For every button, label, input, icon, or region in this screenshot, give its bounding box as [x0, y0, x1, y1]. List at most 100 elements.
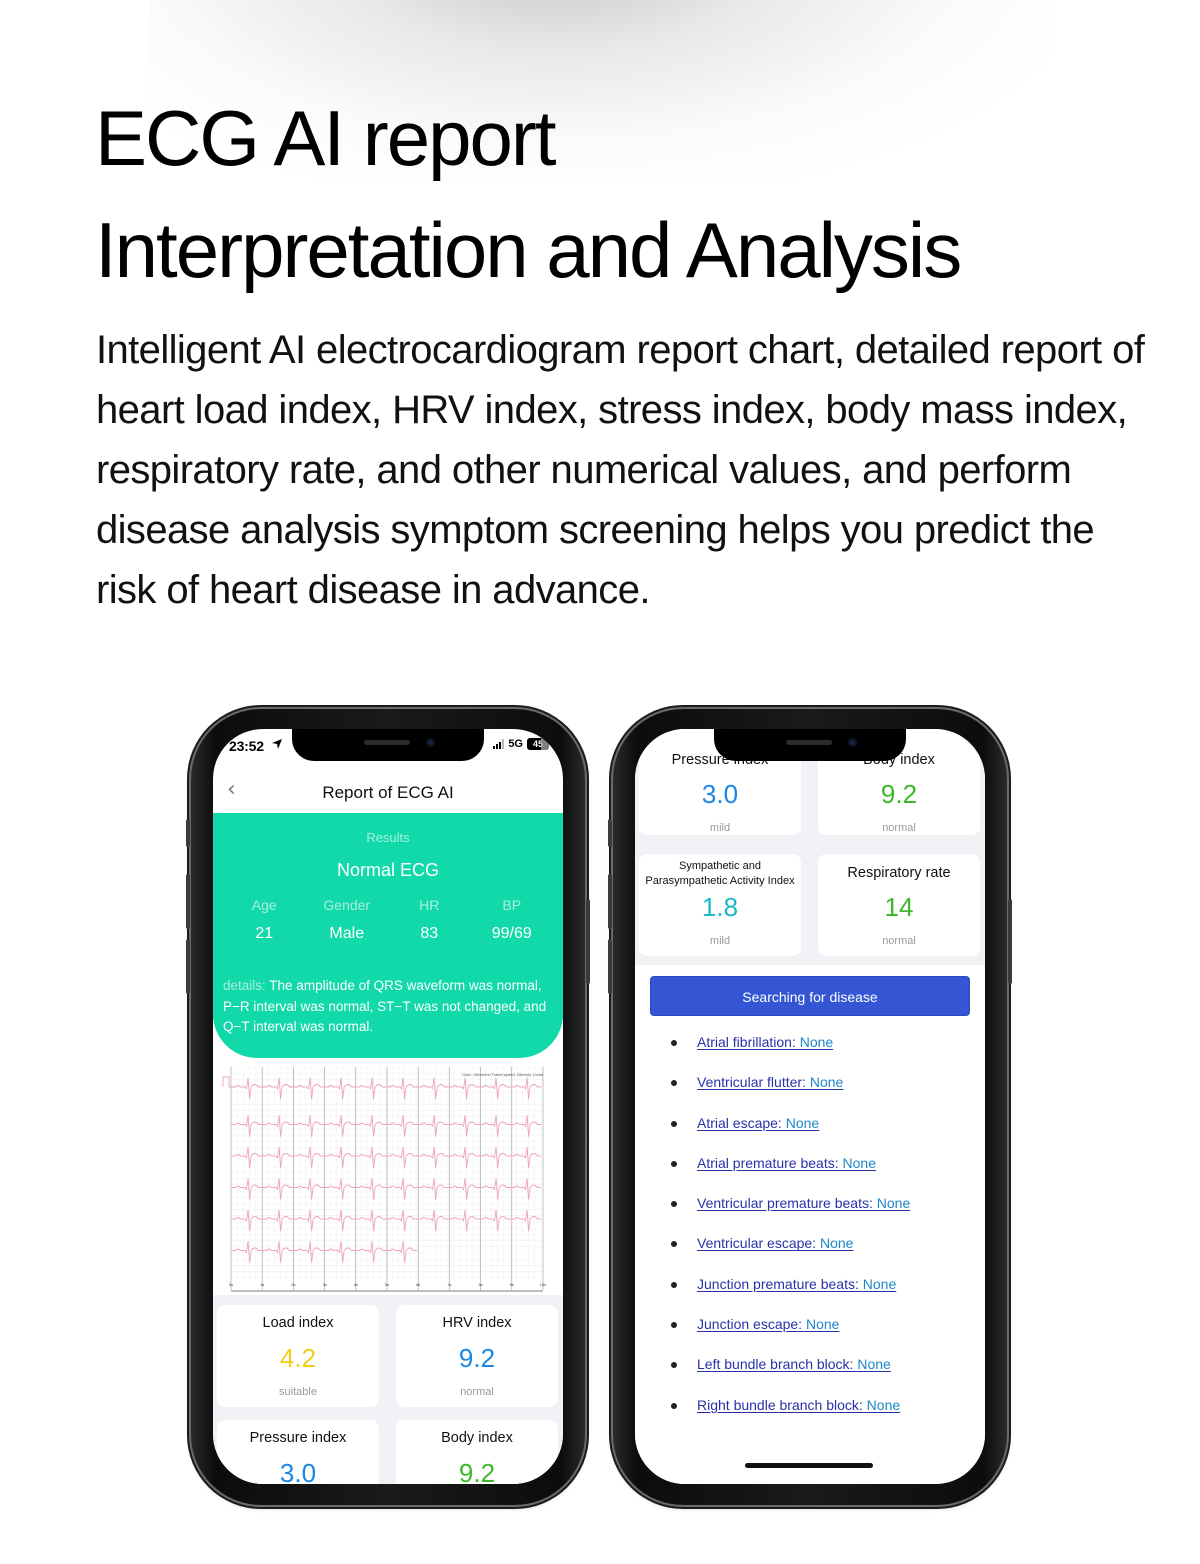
disease-link[interactable]: Junction escape: None: [697, 1316, 839, 1332]
results-label: Results: [366, 830, 410, 845]
speaker-icon: [786, 740, 832, 745]
disease-list: Atrial fibrillation: None Ventricular flu…: [669, 1029, 910, 1432]
card-value: 9.2: [458, 1458, 496, 1484]
card-status: normal: [882, 822, 916, 834]
network-type: 5G: [508, 738, 523, 750]
disease-link[interactable]: Ventricular premature beats: None: [697, 1195, 910, 1211]
disease-item: Junction premature beats: None: [669, 1271, 910, 1311]
card-value: 9.2: [880, 779, 918, 809]
volume-up-button: [186, 874, 190, 929]
disease-item: Ventricular escape: None: [669, 1230, 910, 1270]
stat-key-hr: HR: [419, 897, 440, 913]
disease-item: Ventricular flutter: None: [669, 1069, 910, 1109]
card-sympathetic-index[interactable]: Sympathetic and Parasympathetic Activity…: [639, 854, 801, 956]
card-status: suitable: [279, 1386, 317, 1398]
time-tick-label: 5s: [385, 1282, 389, 1287]
disease-link[interactable]: Right bundle branch block: None: [697, 1397, 900, 1413]
disease-name: Atrial fibrillation:: [697, 1034, 800, 1050]
ecg-traces: [222, 1076, 541, 1263]
stat-key-age: Age: [251, 897, 277, 913]
time-tick-label: 4s: [354, 1282, 358, 1287]
card-value: 3.0: [279, 1458, 317, 1484]
index-cards-area: Load index 4.2 suitable HRV index 9.2 no…: [213, 1295, 563, 1484]
card-respiratory-rate[interactable]: Respiratory rate 14 normal: [818, 854, 980, 956]
disease-item: Atrial premature beats: None: [669, 1150, 910, 1190]
volume-down-button: [608, 939, 612, 994]
results-details: details: The amplitude of QRS waveform w…: [223, 976, 553, 1038]
disease-item: Atrial fibrillation: None: [669, 1029, 910, 1069]
disease-name: Right bundle branch block:: [697, 1396, 867, 1413]
power-button: [586, 899, 590, 984]
page-headline: ECG AI report Interpretation and Analysi…: [95, 82, 962, 306]
card-title: Sympathetic and Parasympathetic Activity…: [645, 860, 795, 887]
card-hrv-index[interactable]: HRV index 9.2 normal: [396, 1305, 558, 1407]
results-card: Results Normal ECG Age Gender HR BP 21 M…: [213, 813, 563, 1058]
time-tick-label: 1s: [260, 1282, 264, 1287]
disease-link[interactable]: Left bundle branch block: None: [697, 1356, 891, 1372]
card-pressure-index[interactable]: Pressure index 3.0: [217, 1420, 379, 1484]
disease-name: Junction escape:: [697, 1316, 806, 1333]
time-tick-label: 2s: [291, 1282, 295, 1287]
ecg-chart: Gain: 10mm/mv Travel speed: 25mm/s 1 lea…: [222, 1066, 546, 1292]
disease-link[interactable]: Atrial escape: None: [697, 1115, 819, 1131]
home-indicator[interactable]: [745, 1463, 873, 1468]
search-disease-button[interactable]: Searching for disease: [650, 976, 970, 1016]
stat-value-bp: 99/69: [491, 925, 532, 942]
volume-down-button: [186, 939, 190, 994]
disease-name: Ventricular flutter:: [697, 1074, 810, 1091]
disease-result: None: [876, 1195, 911, 1212]
disease-link[interactable]: Junction premature beats: None: [697, 1276, 896, 1292]
disease-item: Atrial escape: None: [669, 1110, 910, 1150]
stat-key-gender: Gender: [323, 897, 371, 913]
card-load-index[interactable]: Load index 4.2 suitable: [217, 1305, 379, 1407]
headline-line-1: ECG AI report: [95, 94, 557, 182]
stat-value-gender: Male: [329, 925, 365, 942]
disease-name: Atrial premature beats:: [697, 1154, 843, 1171]
card-body-index[interactable]: Body index 9.2: [396, 1420, 558, 1484]
disease-result: None: [857, 1356, 891, 1373]
phone-right: Pressure index 3.0 mild Body index 9.2 n…: [608, 709, 1012, 1505]
card-value: 14: [884, 892, 914, 922]
mute-switch: [186, 819, 190, 847]
signal-icon: [493, 739, 505, 749]
card-title: Load index: [262, 1315, 334, 1331]
status-indicators: 5G 45: [493, 738, 549, 750]
screen-right: Pressure index 3.0 mild Body index 9.2 n…: [635, 729, 985, 1484]
card-status: normal: [882, 935, 916, 947]
disease-name: Ventricular premature beats:: [697, 1195, 877, 1212]
location-arrow-icon: [271, 738, 283, 753]
disease-name: Left bundle branch block:: [697, 1356, 858, 1373]
disease-result: None: [809, 1074, 844, 1091]
disease-link[interactable]: Atrial fibrillation: None: [697, 1034, 833, 1050]
status-time: 23:52: [229, 738, 264, 754]
stat-value-age: 21: [255, 925, 274, 942]
headline-line-2: Interpretation and Analysis: [95, 206, 962, 294]
time-tick-label: 9s: [510, 1282, 514, 1287]
disease-result: None: [866, 1396, 901, 1413]
details-text: The amplitude of QRS waveform was normal…: [223, 978, 547, 1034]
disease-item: Junction escape: None: [669, 1311, 910, 1351]
card-status: normal: [460, 1386, 494, 1398]
ecg-strip: Gain: 10mm/mv Travel speed: 25mm/s 1 lea…: [213, 1062, 563, 1294]
nav-bar: ‹ Report of ECG AI: [213, 769, 563, 813]
stats-grid: Age Gender HR BP 21 Male 83 99/69: [223, 897, 553, 943]
card-title: Body index: [441, 1430, 513, 1446]
card-value: 4.2: [279, 1343, 317, 1373]
card-title: HRV index: [442, 1315, 512, 1331]
disease-result: None: [862, 1275, 897, 1292]
disease-link[interactable]: Ventricular flutter: None: [697, 1074, 843, 1090]
card-value: 9.2: [458, 1343, 496, 1373]
disease-link[interactable]: Atrial premature beats: None: [697, 1155, 876, 1171]
volume-up-button: [608, 874, 612, 929]
speaker-icon: [364, 740, 410, 745]
disease-link[interactable]: Ventricular escape: None: [697, 1235, 853, 1251]
disease-result: None: [799, 1034, 834, 1050]
time-tick-label: 3s: [322, 1282, 326, 1287]
details-label: details:: [223, 978, 266, 993]
disease-item: Right bundle branch block: None: [669, 1392, 910, 1432]
notch: [714, 729, 906, 761]
screen-left: 23:52 5G 45 ‹ Report of ECG AI Results N…: [213, 729, 563, 1484]
camera-icon: [848, 738, 857, 747]
card-status: mild: [709, 822, 731, 834]
disease-name: Junction premature beats:: [697, 1275, 863, 1292]
